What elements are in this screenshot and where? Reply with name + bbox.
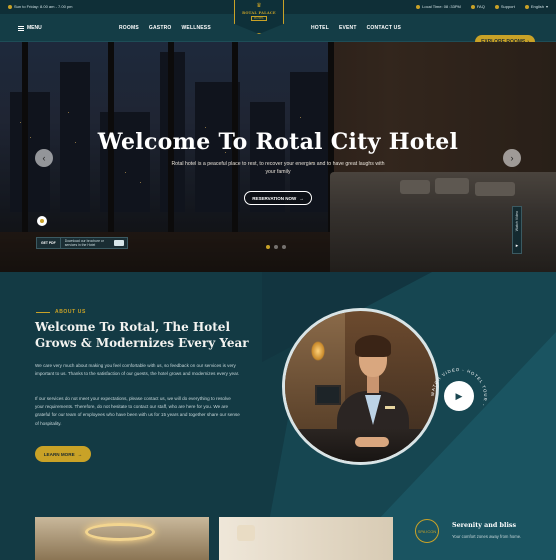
support-link[interactable]: Support bbox=[494, 4, 515, 9]
about-eyebrow-text: ABOUT US bbox=[55, 309, 86, 315]
learn-more-label: LEARN MORE bbox=[43, 451, 75, 457]
menu-button[interactable]: MENU bbox=[18, 25, 42, 31]
nav-link-contact[interactable]: CONTACT US bbox=[367, 25, 401, 31]
slider-dot-2[interactable] bbox=[274, 245, 278, 249]
nav-link-rooms[interactable]: ROOMS bbox=[119, 25, 139, 31]
spa-icon: SPA ICON bbox=[415, 519, 439, 543]
slider-dots bbox=[266, 245, 286, 249]
about-heading: Welcome To Rotal, The Hotel Grows & Mode… bbox=[35, 319, 265, 351]
logo-sub: HOTEL bbox=[251, 16, 267, 21]
opening-hours-text: Sun to Friday: 8.00 am - 7.00 pm bbox=[14, 4, 73, 9]
about-paragraph-2: If our services do not meet your expecta… bbox=[35, 396, 240, 426]
chevron-left-icon: ‹ bbox=[42, 153, 46, 163]
watch-video-label: Watch Video bbox=[515, 211, 519, 232]
menu-label: MENU bbox=[27, 25, 42, 31]
faq-link[interactable]: FAQ bbox=[470, 4, 485, 9]
reservation-button[interactable]: RESERVATION NOW → bbox=[244, 191, 312, 205]
about-heading-line1: Welcome To Rotal, The Hotel bbox=[35, 320, 230, 334]
arrow-right-icon: → bbox=[299, 195, 304, 201]
opening-hours: Sun to Friday: 8.00 am - 7.00 pm bbox=[8, 4, 72, 9]
local-time-text: Local Time: 08 :33PM bbox=[422, 4, 461, 9]
feature-title: Serenity and bliss bbox=[452, 521, 517, 529]
local-time: Local Time: 08 :33PM bbox=[416, 4, 461, 9]
slider-next-button[interactable]: › bbox=[503, 149, 521, 167]
lobby-thumbnail[interactable] bbox=[35, 517, 209, 560]
brochure-popup[interactable]: GET PDF Download our brochure or service… bbox=[36, 237, 128, 249]
globe-icon bbox=[524, 4, 529, 9]
slider-dot-3[interactable] bbox=[282, 245, 286, 249]
support-label: Support bbox=[500, 4, 515, 9]
logo-name: ROTAL PALACE bbox=[242, 11, 276, 15]
faq-label: FAQ bbox=[476, 4, 485, 9]
nav-right-links: HOTEL EVENT CONTACT US bbox=[311, 25, 401, 31]
about-section: ABOUT US Welcome To Rotal, The Hotel Gro… bbox=[0, 272, 556, 560]
room-thumbnail[interactable] bbox=[219, 517, 393, 560]
divider bbox=[36, 311, 50, 313]
crown-icon: ♛ bbox=[256, 2, 262, 9]
play-icon: ▸ bbox=[515, 243, 519, 249]
feature-text: Your comfort zones away from home. bbox=[452, 534, 522, 539]
slider-dot-1[interactable] bbox=[266, 245, 270, 249]
nav-left-links: ROOMS GASTRO WELLNESS bbox=[119, 25, 211, 31]
chevron-down-icon: ▾ bbox=[545, 4, 548, 9]
hero-subtitle: Rotal hotel is a peaceful place to rest,… bbox=[171, 161, 385, 175]
about-eyebrow: ABOUT US bbox=[36, 309, 86, 315]
language-label: English bbox=[530, 4, 544, 9]
language-select[interactable]: English ▾ bbox=[524, 4, 548, 9]
nav-link-wellness[interactable]: WELLNESS bbox=[181, 25, 210, 31]
spa-icon-text: SPA ICON bbox=[417, 528, 437, 534]
topbar-links: Local Time: 08 :33PM FAQ Support English… bbox=[416, 4, 548, 9]
reservation-label: RESERVATION NOW bbox=[252, 195, 297, 201]
get-pdf-label: GET PDF bbox=[37, 238, 61, 248]
chevron-right-icon: › bbox=[510, 153, 514, 163]
clock-icon bbox=[8, 4, 12, 9]
receptionist-photo bbox=[282, 308, 439, 465]
support-icon bbox=[494, 4, 499, 9]
arrow-right-icon: → bbox=[77, 451, 83, 457]
hero-title: Welcome To Rotal City Hotel bbox=[97, 129, 459, 155]
about-heading-line2: Grows & Modernizes Every Year bbox=[35, 336, 249, 350]
slider-prev-button[interactable]: ‹ bbox=[35, 149, 53, 167]
chandelier bbox=[85, 523, 155, 541]
hero-slider: Welcome To Rotal City Hotel Rotal hotel … bbox=[0, 42, 556, 272]
nav-link-hotel[interactable]: HOTEL bbox=[311, 25, 329, 31]
lamp bbox=[237, 525, 255, 541]
pdf-icon bbox=[114, 240, 124, 246]
time-icon bbox=[416, 4, 421, 9]
scroll-indicator[interactable] bbox=[37, 216, 47, 226]
nav-link-gastro[interactable]: GASTRO bbox=[149, 25, 172, 31]
play-icon: ▶ bbox=[455, 390, 463, 401]
dot-icon bbox=[40, 219, 44, 223]
faq-icon bbox=[470, 4, 475, 9]
play-video-button[interactable]: ▶ bbox=[444, 381, 474, 411]
learn-more-button[interactable]: LEARN MORE → bbox=[35, 446, 91, 462]
about-paragraph-1: We care very much about making you feel … bbox=[35, 363, 240, 377]
hamburger-icon bbox=[18, 25, 24, 31]
watch-video-tab[interactable]: Watch Video ▸ bbox=[512, 206, 522, 254]
brochure-text: Download our brochure or services in the… bbox=[64, 239, 104, 247]
nav-link-event[interactable]: EVENT bbox=[339, 25, 357, 31]
